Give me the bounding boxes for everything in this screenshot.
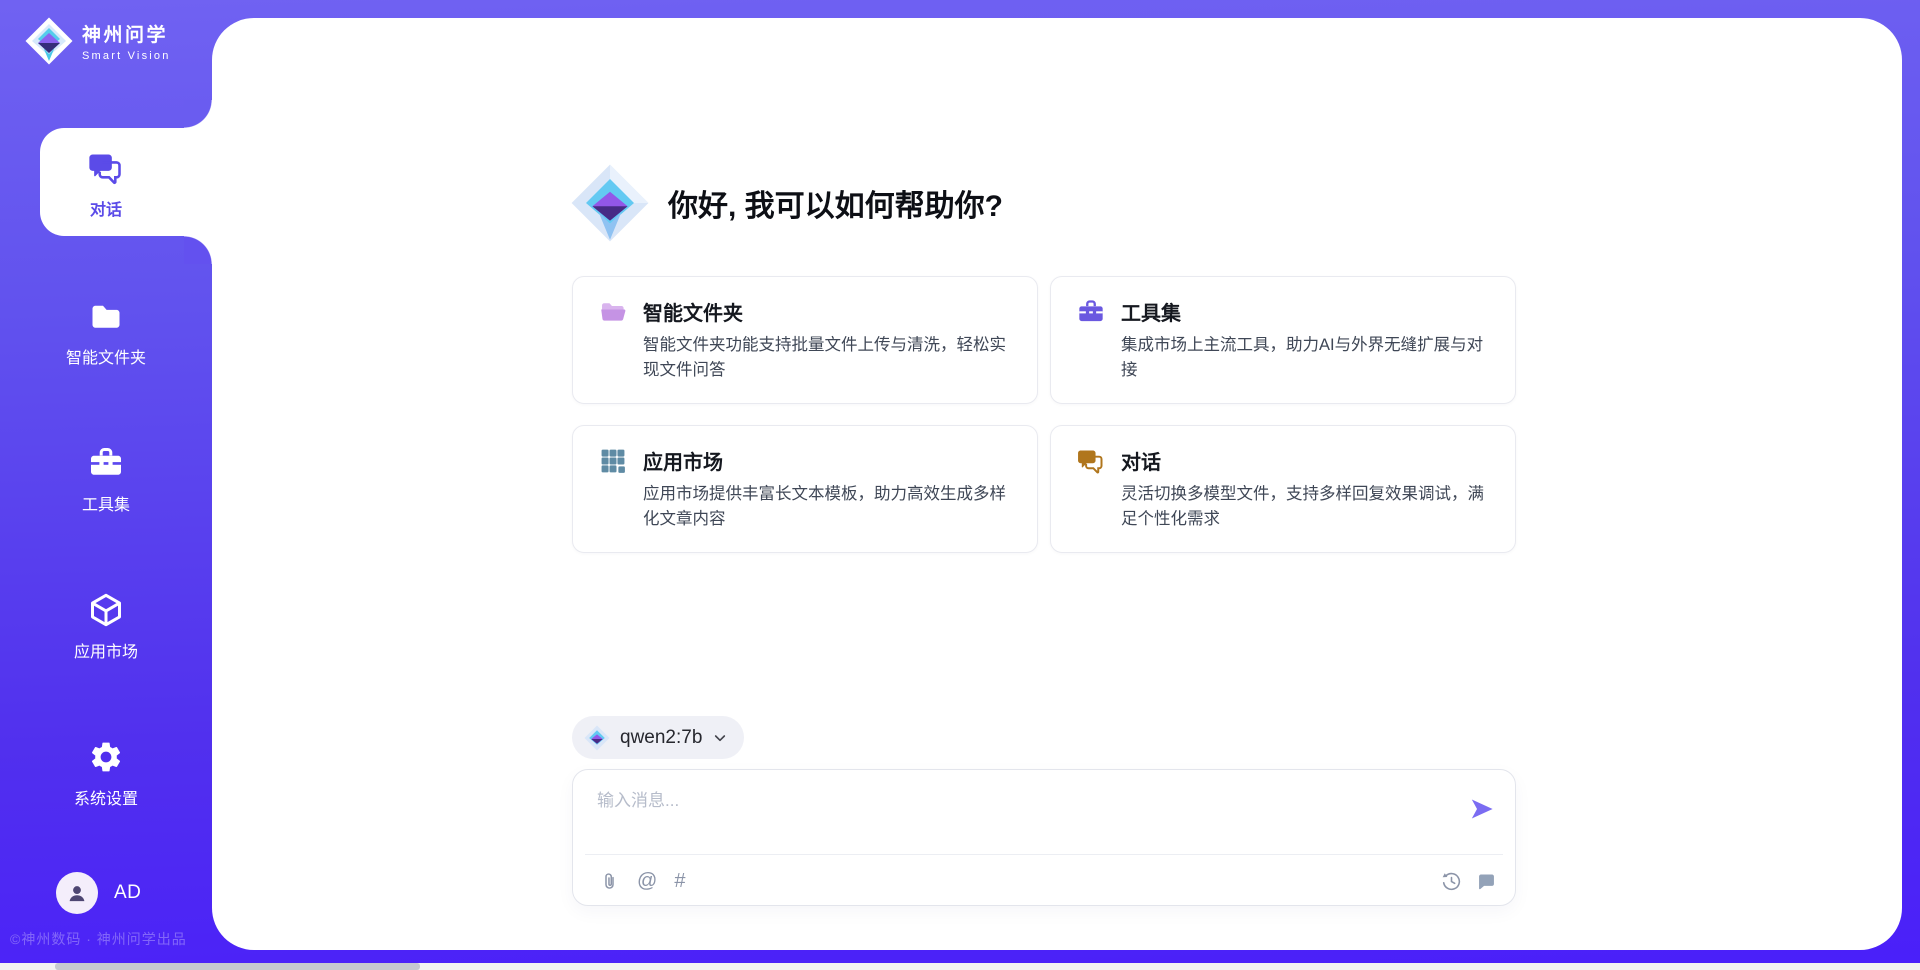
brand-name: 神州问学 <box>82 20 171 47</box>
active-tab-fillet-bottom <box>184 236 212 264</box>
sidebar-item-label: 系统设置 <box>0 785 212 809</box>
footer-watermark: ©神州数码 · 神州问学出品 <box>10 929 187 949</box>
active-tab-fillet-top <box>184 100 212 128</box>
card-title: 工具集 <box>1121 297 1181 326</box>
card-description: 灵活切换多模型文件，支持多样回复效果调试，满足个性化需求 <box>1121 482 1491 532</box>
history-icon[interactable] <box>1441 871 1462 892</box>
main-panel: 你好, 我可以如何帮助你? 智能文件夹 智能文件夹功能支持批量文件上传与清洗，轻… <box>212 18 1902 950</box>
card-chat[interactable]: 对话 灵活切换多模型文件，支持多样回复效果调试，满足个性化需求 <box>1050 425 1516 553</box>
toolbox-icon <box>1077 298 1105 326</box>
composer-divider <box>585 854 1503 855</box>
feature-cards: 智能文件夹 智能文件夹功能支持批量文件上传与清洗，轻松实现文件问答 工具集 集成… <box>572 276 1516 553</box>
avatar <box>56 872 98 914</box>
sidebar-item-settings[interactable]: 系统设置 <box>0 739 212 809</box>
card-description: 集成市场上主流工具，助力AI与外界无缝扩展与对接 <box>1121 333 1491 383</box>
card-title: 智能文件夹 <box>643 297 743 326</box>
model-name: qwen2:7b <box>620 727 702 749</box>
brand-logo: 神州问学 Smart Vision <box>24 16 171 66</box>
send-icon[interactable] <box>1469 796 1495 822</box>
greeting-title: 你好, 我可以如何帮助你? <box>668 181 1003 225</box>
horizontal-scrollbar-thumb[interactable] <box>55 963 420 970</box>
brand-subtitle: Smart Vision <box>82 50 171 62</box>
gear-icon <box>88 739 124 775</box>
sidebar-item-smart-folder[interactable]: 智能文件夹 <box>0 298 212 368</box>
toolbox-icon <box>88 445 124 481</box>
chat-bubbles-icon <box>1077 447 1105 475</box>
chat-bubbles-icon <box>88 150 124 186</box>
hero: 你好, 我可以如何帮助你? <box>570 163 1003 243</box>
chat-bubble-icon[interactable] <box>1476 871 1497 892</box>
folder-icon <box>88 298 124 334</box>
model-selector[interactable]: qwen2:7b <box>572 716 744 759</box>
at-icon[interactable]: @ <box>637 871 657 892</box>
open-folder-icon <box>599 298 627 326</box>
sidebar-item-label: 对话 <box>0 196 212 220</box>
brand-diamond-icon <box>570 163 650 243</box>
chevron-down-icon <box>712 730 728 746</box>
horizontal-scrollbar[interactable] <box>0 963 1920 970</box>
sidebar: 神州问学 Smart Vision 对话 智能文件夹 工具集 <box>0 0 212 970</box>
sidebar-item-chat[interactable]: 对话 <box>0 150 212 220</box>
card-description: 智能文件夹功能支持批量文件上传与清洗，轻松实现文件问答 <box>643 333 1013 383</box>
sidebar-item-label: 应用市场 <box>0 638 212 662</box>
card-app-market[interactable]: 应用市场 应用市场提供丰富长文本模板，助力高效生成多样化文章内容 <box>572 425 1038 553</box>
sidebar-item-toolset[interactable]: 工具集 <box>0 445 212 515</box>
message-input[interactable] <box>597 784 1437 818</box>
paperclip-icon[interactable] <box>599 871 620 892</box>
user-name: AD <box>114 882 141 904</box>
brand-diamond-icon <box>584 725 610 751</box>
hash-icon[interactable]: # <box>674 871 685 892</box>
composer: @ # <box>572 769 1516 906</box>
sidebar-item-label: 工具集 <box>0 491 212 515</box>
card-title: 应用市场 <box>643 446 723 475</box>
grid-icon <box>599 447 627 475</box>
user-profile[interactable]: AD <box>56 872 141 914</box>
card-smart-folder[interactable]: 智能文件夹 智能文件夹功能支持批量文件上传与清洗，轻松实现文件问答 <box>572 276 1038 404</box>
card-description: 应用市场提供丰富长文本模板，助力高效生成多样化文章内容 <box>643 482 1013 532</box>
card-toolset[interactable]: 工具集 集成市场上主流工具，助力AI与外界无缝扩展与对接 <box>1050 276 1516 404</box>
person-icon <box>64 880 90 906</box>
composer-toolbar: @ # <box>599 862 1497 900</box>
card-title: 对话 <box>1121 446 1161 475</box>
brand-diamond-icon <box>24 16 74 66</box>
sidebar-item-app-market[interactable]: 应用市场 <box>0 592 212 662</box>
brand-text: 神州问学 Smart Vision <box>82 20 171 62</box>
sidebar-item-label: 智能文件夹 <box>0 344 212 368</box>
cube-icon <box>88 592 124 628</box>
